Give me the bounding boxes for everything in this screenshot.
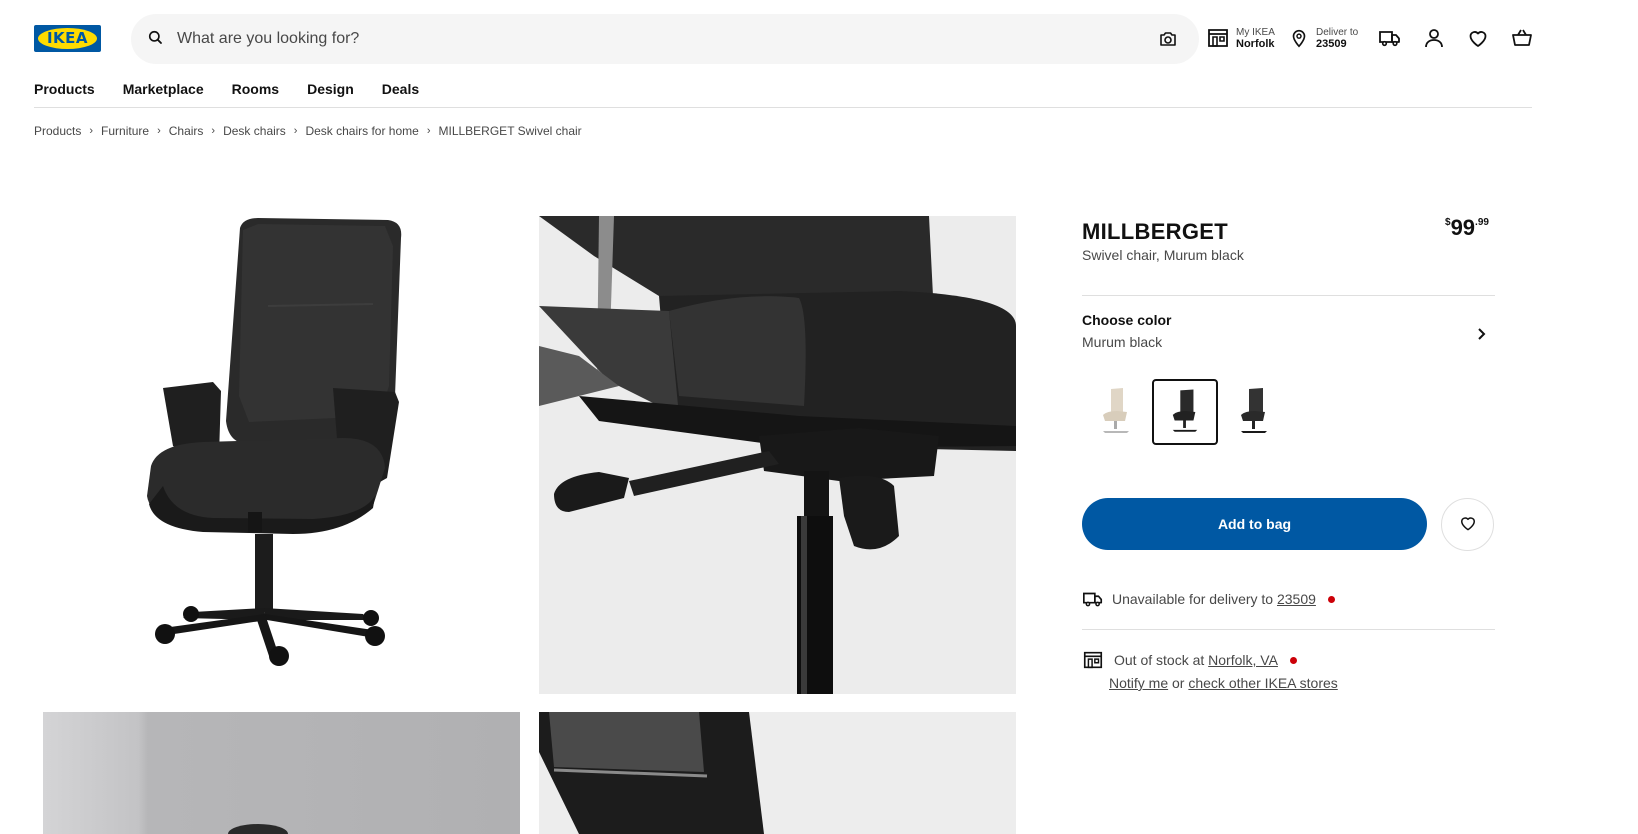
notify-me-link[interactable]: Notify me <box>1109 675 1168 691</box>
my-ikea-store[interactable]: My IKEA Norfolk <box>1206 22 1275 54</box>
search-icon[interactable] <box>146 28 166 48</box>
store-status-text: Out of stock at <box>1114 652 1205 668</box>
backrest-detail-image <box>539 712 1016 834</box>
chevron-right-icon: › <box>293 125 298 137</box>
nav-rooms[interactable]: Rooms <box>232 78 279 108</box>
product-name: MILLBERGET <box>1082 219 1228 244</box>
color-swatch-beige[interactable] <box>1083 379 1149 445</box>
add-to-favourites-button[interactable] <box>1441 498 1494 551</box>
chevron-right-icon: › <box>211 125 216 137</box>
breadcrumb-desk-chairs[interactable]: Desk chairs <box>223 124 286 138</box>
chair-detail-image <box>539 216 1016 694</box>
nav-design[interactable]: Design <box>307 78 354 108</box>
status-dot-red <box>1289 656 1297 664</box>
user-icon[interactable] <box>1422 26 1446 50</box>
selected-color: Murum black <box>1082 334 1163 350</box>
delivery-status-text: Unavailable for delivery to <box>1112 591 1274 607</box>
deliver-zip: 23509 <box>1316 37 1347 50</box>
location-pin-icon <box>1292 29 1306 48</box>
delivery-zip-link[interactable]: 23509 <box>1277 591 1316 607</box>
breadcrumb-current: MILLBERGET Swivel chair <box>438 124 582 138</box>
divider <box>1082 629 1495 630</box>
product-image-lifestyle[interactable] <box>43 712 520 834</box>
beige-chair-thumb <box>1103 388 1129 433</box>
chevron-right-icon: › <box>89 125 94 137</box>
chevron-right-icon: › <box>157 125 161 137</box>
status-dot-red <box>1327 595 1335 603</box>
nav-products[interactable]: Products <box>34 78 95 108</box>
breadcrumb: Products › Furniture › Chairs › Desk cha… <box>34 124 582 138</box>
product-image-backrest[interactable] <box>539 712 1016 834</box>
logo-text: IKEA <box>46 29 89 47</box>
chevron-right-icon <box>1478 328 1486 340</box>
store-icon <box>1208 29 1228 47</box>
search-bar <box>131 14 1199 64</box>
breadcrumb-desk-chairs-home[interactable]: Desk chairs for home <box>305 124 418 138</box>
nav-divider <box>34 107 1532 108</box>
choose-color-title: Choose color <box>1082 312 1172 328</box>
lifestyle-image <box>228 824 288 834</box>
chevron-right-icon: › <box>426 125 431 137</box>
site-header: IKEA My IKEA Norfolk Deliver to 23509 <box>0 0 1638 78</box>
color-swatch-murum-black[interactable] <box>1152 379 1218 445</box>
price-integer: 99 <box>1450 215 1476 240</box>
delivery-truck-icon[interactable] <box>1378 26 1402 50</box>
delivery-truck-icon <box>1083 592 1103 607</box>
store-name-link[interactable]: Norfolk, VA <box>1208 652 1278 668</box>
chair-image <box>147 218 402 666</box>
add-to-bag-button[interactable]: Add to bag <box>1082 498 1427 550</box>
nav-marketplace[interactable]: Marketplace <box>123 78 204 108</box>
black-chair-thumb <box>1172 389 1198 432</box>
search-input[interactable] <box>177 24 1137 54</box>
camera-icon[interactable] <box>1156 27 1180 51</box>
deliver-label: Deliver to <box>1316 26 1359 38</box>
black-chair-thumb-2 <box>1241 388 1267 433</box>
breadcrumb-products[interactable]: Products <box>34 124 81 138</box>
main-nav: Products Marketplace Rooms Design Deals <box>34 78 419 108</box>
delivery-status: Unavailable for delivery to 23509 <box>1082 588 1335 610</box>
product-description: Swivel chair, Murum black <box>1082 247 1244 263</box>
deliver-to[interactable]: Deliver to 23509 <box>1288 22 1358 54</box>
stock-links: Notify me or check other IKEA stores <box>1109 675 1338 691</box>
price-decimal: .99 <box>1475 217 1489 228</box>
color-swatch-black[interactable] <box>1221 379 1287 445</box>
choose-color-row[interactable]: Choose color Murum black <box>1082 312 1495 362</box>
my-ikea-label: My IKEA <box>1236 26 1275 38</box>
breadcrumb-chairs[interactable]: Chairs <box>169 124 204 138</box>
nav-deals[interactable]: Deals <box>382 78 419 108</box>
or-text: or <box>1172 675 1185 691</box>
store-status: Out of stock at Norfolk, VA <box>1082 649 1297 671</box>
shopping-bag-icon[interactable] <box>1510 26 1534 50</box>
product-price: $ 99 .99 <box>1445 216 1489 240</box>
my-ikea-store-name: Norfolk <box>1236 37 1275 50</box>
divider <box>1082 295 1495 296</box>
heart-icon[interactable] <box>1466 26 1490 50</box>
product-image-main[interactable] <box>43 216 520 694</box>
store-icon <box>1083 651 1103 669</box>
ikea-logo[interactable]: IKEA <box>34 25 101 52</box>
heart-icon <box>1460 517 1475 531</box>
product-image-detail-seat[interactable] <box>539 216 1016 694</box>
check-other-stores-link[interactable]: check other IKEA stores <box>1188 675 1337 691</box>
breadcrumb-furniture[interactable]: Furniture <box>101 124 149 138</box>
